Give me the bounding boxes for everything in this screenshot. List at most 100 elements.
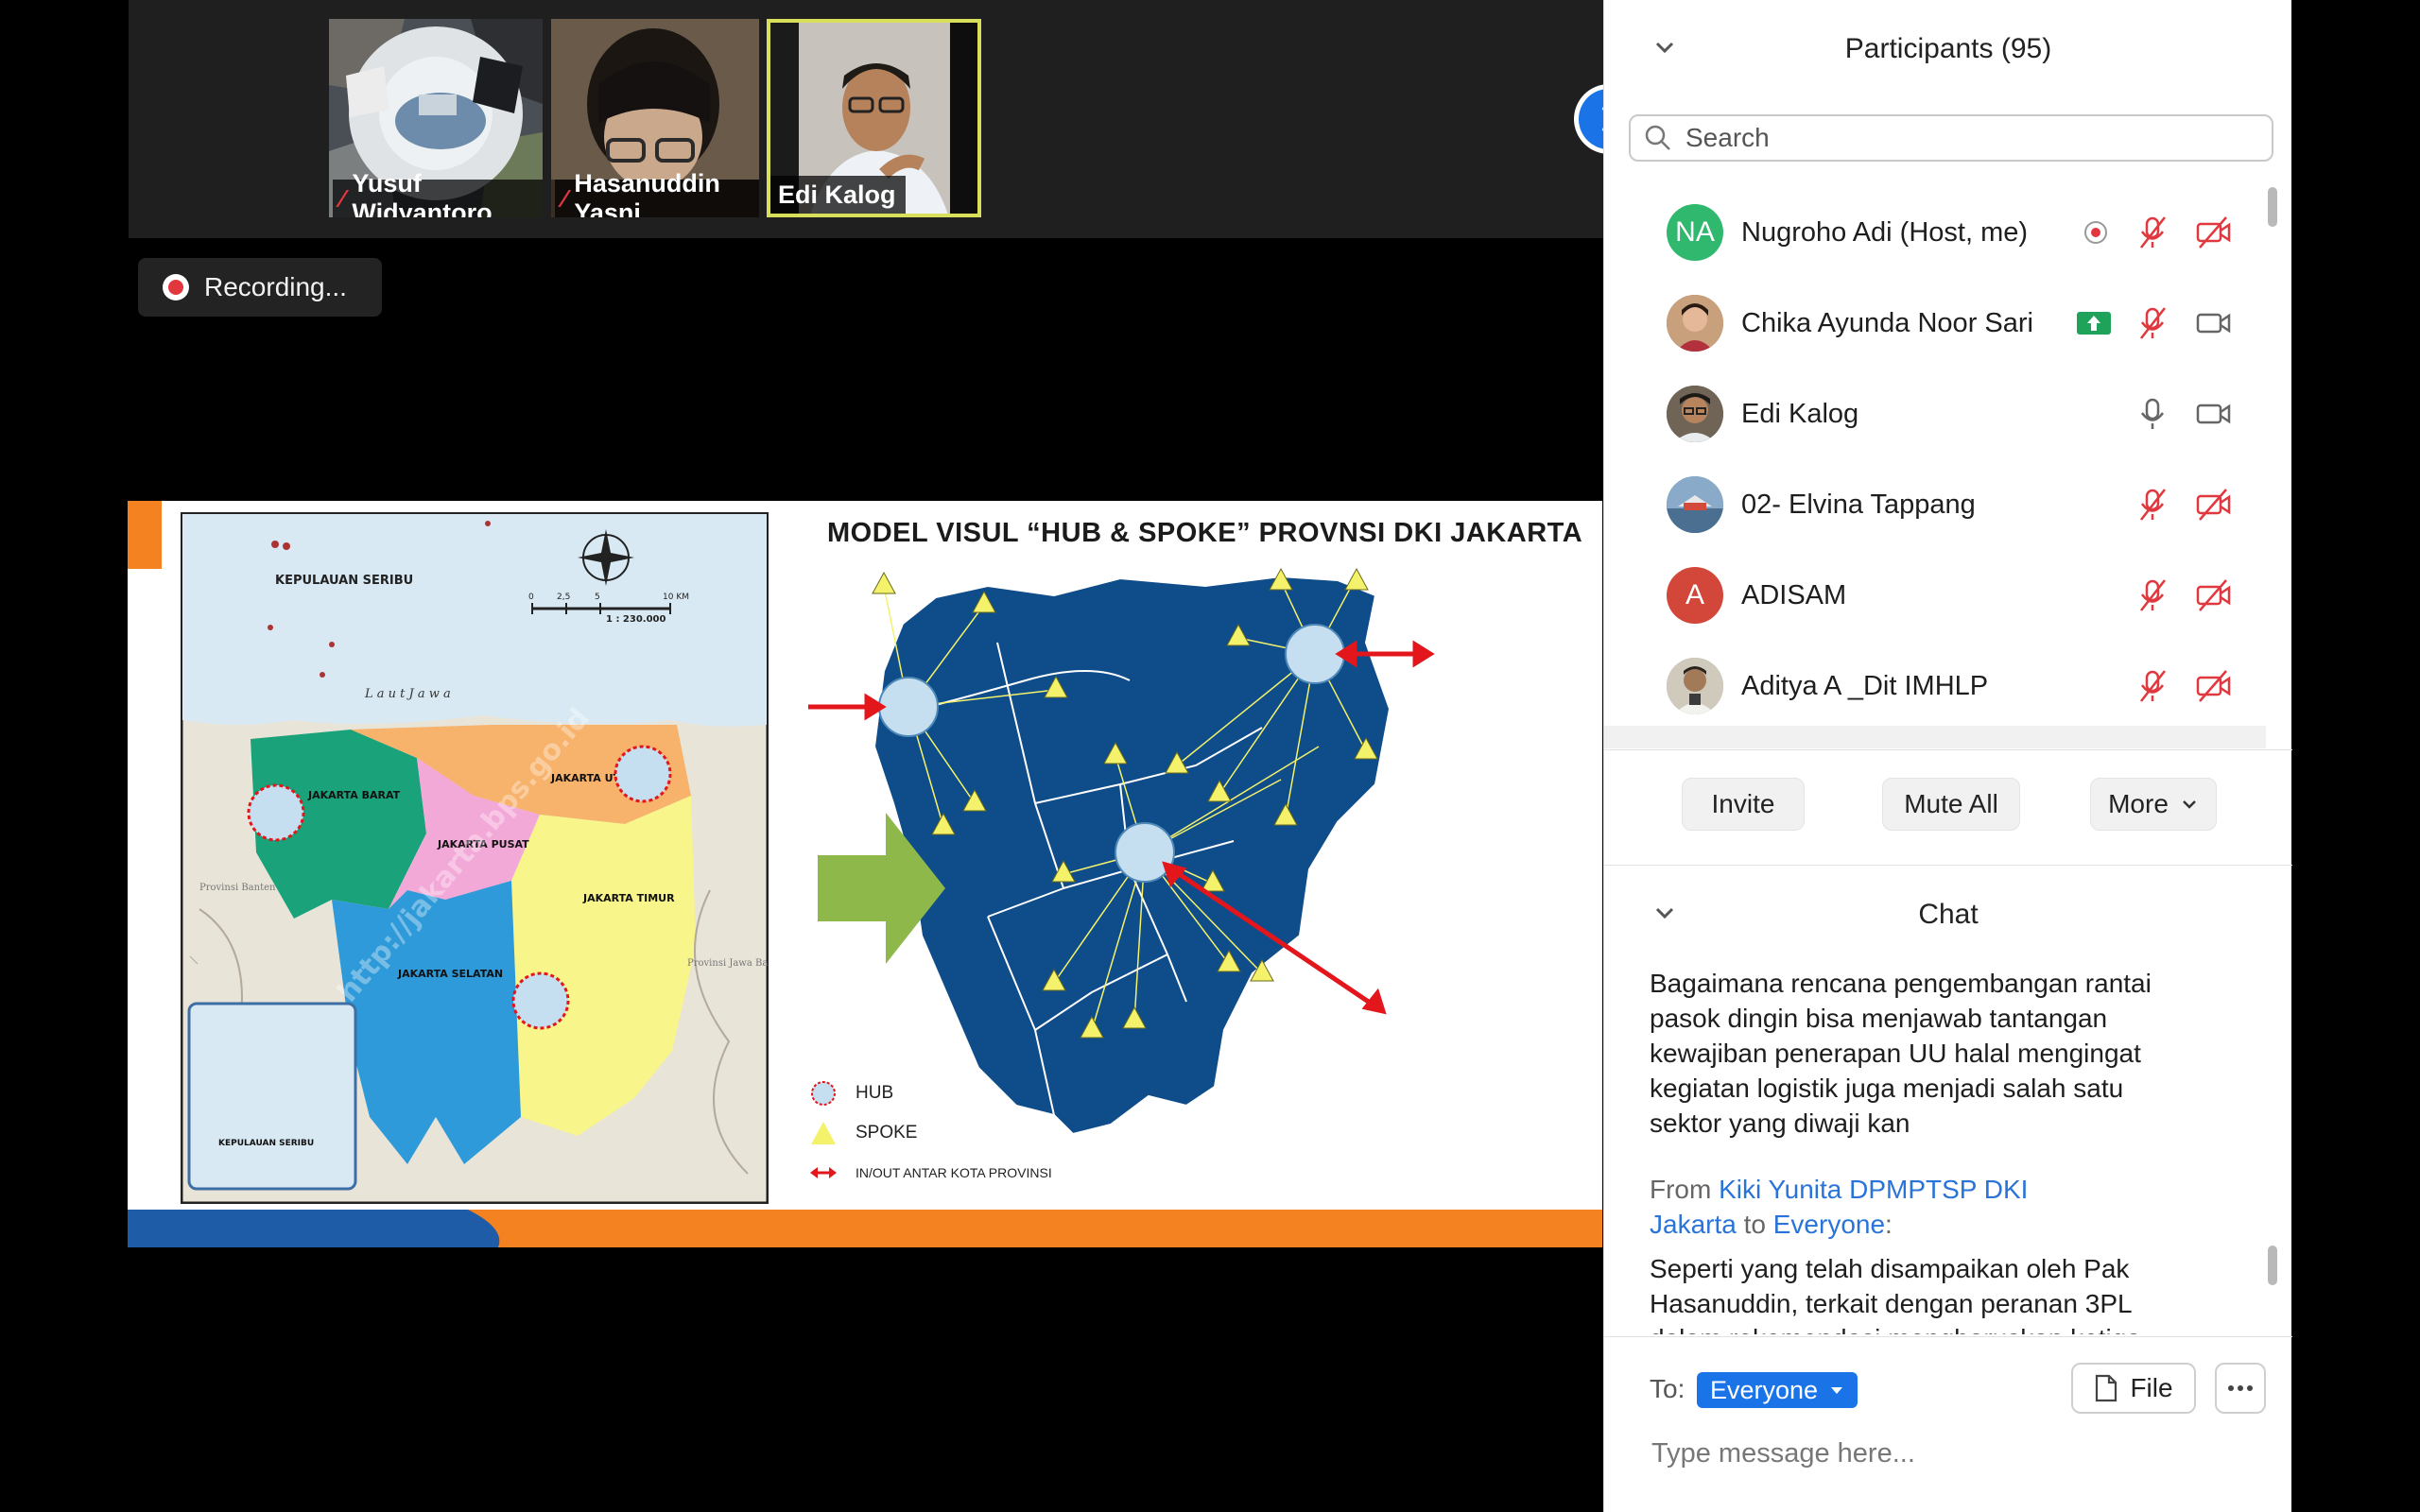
mic-muted-icon[interactable] bbox=[2134, 214, 2171, 251]
to-label: To: bbox=[1650, 1374, 1685, 1403]
spoke-marker bbox=[1344, 567, 1369, 591]
spoke-marker bbox=[872, 571, 896, 594]
side-panel: Participants (95) Search NA Nugroho Adi … bbox=[1603, 0, 2292, 1512]
map-scale-label: 1 : 230.000 bbox=[606, 614, 666, 625]
legend-item-hub: HUB bbox=[808, 1079, 893, 1108]
participant-row[interactable]: NA Nugroho Adi (Host, me) bbox=[1604, 187, 2266, 278]
chat-message-input[interactable] bbox=[1651, 1433, 2256, 1474]
recording-label: Recording... bbox=[204, 272, 347, 301]
participant-name: Yusuf Widyantoro bbox=[352, 169, 493, 217]
jakarta-region-map: 1 : 230.000 0 2,5 5 10 KM KEPULAUAN SERI… bbox=[181, 512, 769, 1204]
mic-muted-icon[interactable] bbox=[2134, 486, 2171, 524]
legend-item-spoke: SPOKE bbox=[808, 1119, 917, 1147]
mute-all-button[interactable]: Mute All bbox=[1882, 778, 2020, 831]
video-tile-hasanuddin[interactable]: ⁄ Hasanuddin Yasni bbox=[551, 19, 759, 217]
mic-muted-icon[interactable] bbox=[2134, 576, 2171, 614]
avatar: A bbox=[1667, 567, 1723, 624]
participant-search-field[interactable]: Search bbox=[1629, 114, 2273, 162]
map-label-banten: Provinsi Banten bbox=[199, 883, 276, 893]
mic-muted-icon: ⁄ bbox=[340, 183, 345, 213]
recipient-select[interactable]: Everyone bbox=[1697, 1372, 1858, 1408]
map-label-east: JAKARTA TIMUR bbox=[582, 892, 675, 904]
hub-circle-icon bbox=[811, 1081, 836, 1106]
record-icon bbox=[163, 274, 189, 301]
map-label-jabar: Provinsi Jawa Barat bbox=[687, 958, 769, 969]
zoom-meeting-window: ⁄ Yusuf Widyantoro ⁄ Hasanuddin Yasni Ed… bbox=[0, 0, 2420, 1512]
hub-node bbox=[878, 677, 939, 737]
avatar: NA bbox=[1667, 204, 1723, 261]
mic-muted-icon: ⁄ bbox=[562, 183, 567, 213]
file-icon bbox=[2096, 1374, 2118, 1402]
participant-list: NA Nugroho Adi (Host, me) Chika Ayunda N… bbox=[1604, 187, 2266, 748]
mic-muted-icon[interactable] bbox=[2134, 667, 2171, 705]
recording-dot-icon bbox=[2084, 221, 2107, 244]
chat-message-sender: From Kiki Yunita DPMPTSP DKI Jakarta to … bbox=[1650, 1175, 2029, 1239]
video-tile-edi-active-speaker[interactable]: Edi Kalog bbox=[767, 19, 981, 217]
chat-messages: Bagaimana rencana pengembangan rantai pa… bbox=[1650, 966, 2255, 1334]
recipient-link[interactable]: Everyone bbox=[1773, 1210, 1885, 1239]
more-options-button[interactable] bbox=[2215, 1363, 2266, 1414]
map-label-south: JAKARTA SELATAN bbox=[397, 968, 503, 980]
video-on-icon[interactable] bbox=[2194, 395, 2232, 433]
participant-name-tag: ⁄ Yusuf Widyantoro bbox=[333, 169, 543, 217]
more-button[interactable]: More bbox=[2090, 778, 2217, 831]
video-off-icon[interactable] bbox=[2194, 576, 2232, 614]
diagram-legend: HUB SPOKE IN/OUT ANTAR KOTA PROVINSI bbox=[808, 1079, 1092, 1193]
participant-name: Nugroho Adi (Host, me) bbox=[1741, 216, 2029, 248]
participants-scrollbar[interactable] bbox=[2268, 187, 2277, 745]
ellipsis-icon bbox=[2228, 1385, 2253, 1391]
chat-title: Chat bbox=[1918, 899, 1979, 930]
participant-row[interactable]: 02- Elvina Tappang bbox=[1604, 459, 2266, 550]
participant-name: Aditya A _Dit IMHLP bbox=[1741, 670, 1989, 701]
invite-button[interactable]: Invite bbox=[1682, 778, 1805, 831]
search-placeholder: Search bbox=[1685, 123, 1770, 152]
chat-scrollbar[interactable] bbox=[2268, 966, 2277, 1334]
chat-message: Bagaimana rencana pengembangan rantai pa… bbox=[1650, 969, 2152, 1138]
slide-accent-bar bbox=[128, 501, 162, 569]
participant-row[interactable]: Chika Ayunda Noor Sari bbox=[1604, 278, 2266, 369]
participants-header[interactable]: Participants (95) bbox=[1604, 21, 2292, 77]
hub-marker bbox=[247, 783, 305, 842]
video-off-icon[interactable] bbox=[2194, 486, 2232, 524]
participants-title: Participants (95) bbox=[1844, 33, 2052, 64]
participant-row[interactable]: Edi Kalog bbox=[1604, 369, 2266, 459]
legend-label: IN/OUT ANTAR KOTA PROVINSI bbox=[856, 1165, 1052, 1180]
video-on-icon[interactable] bbox=[2194, 304, 2232, 342]
participant-name: Chika Ayunda Noor Sari bbox=[1741, 307, 2033, 338]
chevron-down-icon[interactable] bbox=[1653, 36, 1676, 59]
participant-name: Edi Kalog bbox=[1741, 398, 1859, 429]
shared-screen-slide: 1 : 230.000 0 2,5 5 10 KM KEPULAUAN SERI… bbox=[128, 501, 1602, 1247]
hub-marker bbox=[511, 971, 570, 1030]
slide-title: MODEL VISUL “HUB & SPOKE” PROVNSI DKI JA… bbox=[827, 518, 1583, 548]
participant-name-tag: Edi Kalog bbox=[770, 176, 906, 214]
chat-message: Seperti yang telah disampaikan oleh Pak … bbox=[1650, 1254, 2141, 1334]
video-off-icon[interactable] bbox=[2194, 667, 2232, 705]
recording-indicator[interactable]: Recording... bbox=[138, 258, 382, 317]
avatar bbox=[1667, 658, 1723, 714]
participant-name: 02- Elvina Tappang bbox=[1741, 489, 1976, 520]
legend-label: HUB bbox=[856, 1083, 894, 1103]
legend-item-inout: IN/OUT ANTAR KOTA PROVINSI bbox=[808, 1159, 1052, 1187]
legend-label: SPOKE bbox=[856, 1123, 918, 1143]
participant-name: Edi Kalog bbox=[778, 180, 896, 209]
map-label-sea: L a u t J a w a bbox=[364, 687, 451, 701]
chat-header[interactable]: Chat bbox=[1604, 886, 2292, 943]
map-label-west: JAKARTA BARAT bbox=[307, 789, 401, 801]
map-scale-tick: 2,5 bbox=[557, 593, 570, 602]
spoke-triangle-icon bbox=[811, 1122, 836, 1144]
video-off-icon[interactable] bbox=[2194, 214, 2232, 251]
participant-name: Hasanuddin Yasni bbox=[574, 169, 720, 217]
file-button[interactable]: File bbox=[2071, 1363, 2196, 1414]
hub-node bbox=[1115, 822, 1175, 883]
screen-share-icon bbox=[2077, 312, 2111, 335]
mic-muted-icon[interactable] bbox=[2134, 304, 2171, 342]
map-scale-tick: 0 bbox=[528, 593, 534, 602]
video-tile-yusuf[interactable]: ⁄ Yusuf Widyantoro bbox=[329, 19, 543, 217]
participant-row[interactable]: Aditya A _Dit IMHLP bbox=[1604, 641, 2266, 731]
video-thumbnail-strip: ⁄ Yusuf Widyantoro ⁄ Hasanuddin Yasni Ed… bbox=[129, 0, 1644, 238]
divider bbox=[1604, 1336, 2292, 1337]
participant-row[interactable]: A ADISAM bbox=[1604, 550, 2266, 641]
mic-on-icon[interactable] bbox=[2134, 395, 2171, 433]
participant-row-partial bbox=[1604, 726, 2266, 748]
chevron-down-icon[interactable] bbox=[1653, 902, 1676, 924]
